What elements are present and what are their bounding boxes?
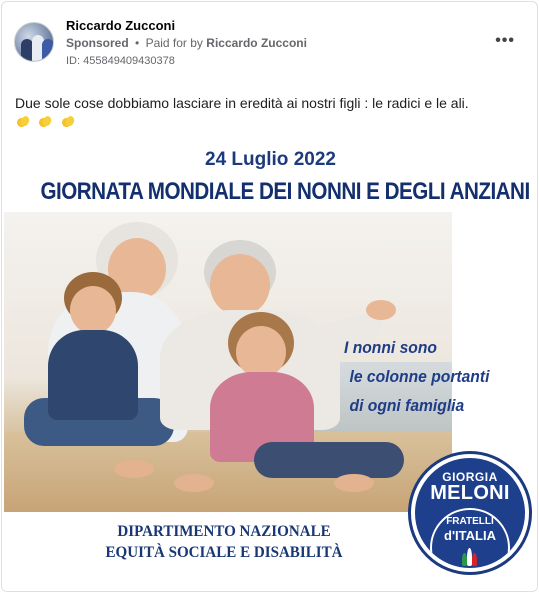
paid-for-label: Paid for by	[145, 36, 203, 50]
quote-line: le colonne portanti	[349, 367, 490, 386]
logo-text: MELONI	[430, 482, 510, 504]
quote-line: I nonni sono	[344, 338, 437, 357]
foot	[114, 460, 154, 478]
clapping-hands-icon	[16, 116, 30, 128]
clapping-hands-icon	[61, 116, 75, 128]
girl-legs	[254, 442, 404, 478]
paid-for-name[interactable]: Riccardo Zucconi	[206, 36, 307, 50]
department-name: DIPARTIMENTO NAZIONALE EQUITÀ SOCIALE E …	[103, 521, 346, 563]
sponsored-post-card: Riccardo Zucconi Sponsored • Paid for by…	[1, 1, 538, 592]
image-date: 24 Luglio 2022	[205, 149, 336, 170]
image-title: GIORNATA MONDIALE DEI NONNI E DEGLI ANZI…	[40, 178, 530, 205]
ad-image[interactable]: 24 Luglio 2022 GIORNATA MONDIALE DEI NON…	[3, 142, 537, 591]
ad-id: ID: 455849409430378	[66, 55, 175, 67]
flame-icon	[462, 548, 478, 566]
boy-face	[70, 286, 116, 334]
boy-body	[48, 330, 138, 420]
logo-text: FRATELLI	[446, 516, 494, 527]
clapping-hands-icon	[38, 116, 52, 128]
party-logo: GIORGIA MELONI FRATELLI d'ITALIA	[408, 451, 532, 575]
sponsored-meta: Sponsored • Paid for by Riccardo Zucconi	[66, 36, 307, 50]
image-quote: I nonni sono le colonne portanti di ogni…	[344, 333, 489, 420]
foot	[174, 474, 214, 492]
foot	[334, 474, 374, 492]
department-line: DIPARTIMENTO NAZIONALE	[117, 523, 331, 540]
sponsored-label: Sponsored	[66, 36, 129, 50]
post-text: Due sole cose dobbiamo lasciare in eredi…	[15, 95, 469, 111]
quote-line: di ogni famiglia	[349, 396, 465, 415]
page-name-link[interactable]: Riccardo Zucconi	[66, 18, 175, 33]
emoji-row	[16, 115, 79, 131]
girl-face	[236, 326, 286, 378]
grandfather-face	[210, 254, 270, 316]
grandfather-hand	[366, 300, 396, 320]
page-avatar[interactable]	[14, 22, 54, 62]
more-options-icon[interactable]: •••	[495, 32, 515, 50]
logo-text: d'ITALIA	[444, 528, 496, 543]
department-line: EQUITÀ SOCIALE E DISABILITÀ	[105, 544, 343, 561]
meta-separator: •	[135, 36, 140, 50]
